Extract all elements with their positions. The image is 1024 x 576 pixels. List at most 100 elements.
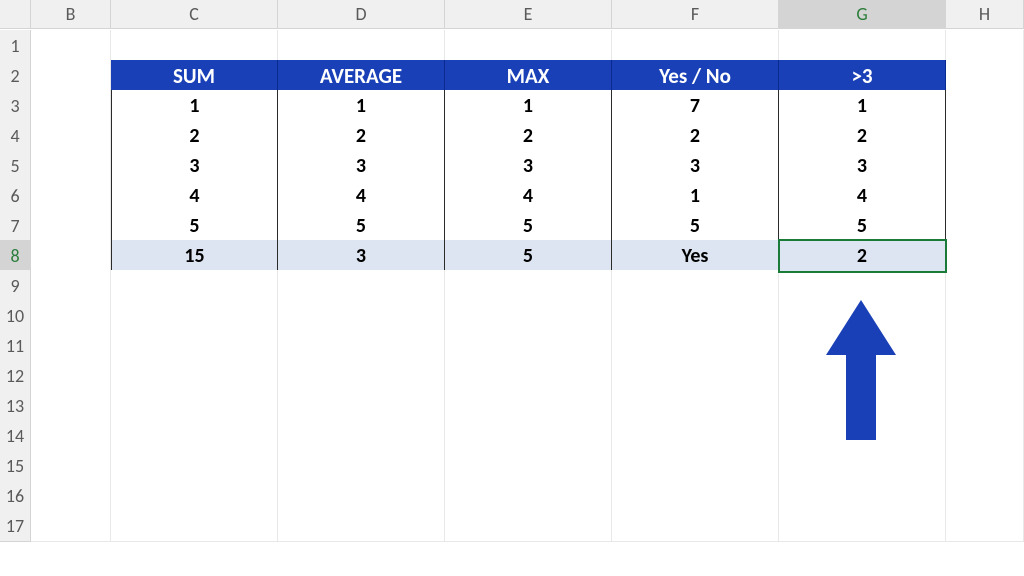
cell-H14[interactable] <box>946 420 1024 452</box>
cell-B6[interactable] <box>31 180 111 212</box>
cell-H4[interactable] <box>946 120 1024 152</box>
cell-D10[interactable] <box>278 300 445 332</box>
cell-G10[interactable] <box>779 300 946 332</box>
cell-G7[interactable]: 5 <box>779 210 946 242</box>
cell-H9[interactable] <box>946 270 1024 302</box>
cell-E8[interactable]: 5 <box>445 240 612 272</box>
cell-E10[interactable] <box>445 300 612 332</box>
cell-D11[interactable] <box>278 330 445 362</box>
cell-H15[interactable] <box>946 450 1024 482</box>
cell-C12[interactable] <box>111 360 278 392</box>
cell-G6[interactable]: 4 <box>779 180 946 212</box>
cell-E17[interactable] <box>445 510 612 542</box>
row-header-12[interactable]: 12 <box>0 360 31 392</box>
cell-H16[interactable] <box>946 480 1024 512</box>
row-header-13[interactable]: 13 <box>0 390 31 422</box>
cell-D1[interactable] <box>278 30 445 62</box>
cell-H1[interactable] <box>946 30 1024 62</box>
cell-D13[interactable] <box>278 390 445 422</box>
col-header-E[interactable]: E <box>445 0 612 29</box>
row-header-4[interactable]: 4 <box>0 120 31 152</box>
cell-C1[interactable] <box>111 30 278 62</box>
row-header-10[interactable]: 10 <box>0 300 31 332</box>
cell-H7[interactable] <box>946 210 1024 242</box>
header-max[interactable]: MAX <box>445 60 612 92</box>
cell-B10[interactable] <box>31 300 111 332</box>
cell-B4[interactable] <box>31 120 111 152</box>
cell-D4[interactable]: 2 <box>278 120 445 152</box>
row-header-8[interactable]: 8 <box>0 240 31 272</box>
cell-B12[interactable] <box>31 360 111 392</box>
cell-D17[interactable] <box>278 510 445 542</box>
cell-G13[interactable] <box>779 390 946 422</box>
col-header-G[interactable]: G <box>779 0 946 29</box>
cell-G16[interactable] <box>779 480 946 512</box>
cell-E7[interactable]: 5 <box>445 210 612 242</box>
cell-E5[interactable]: 3 <box>445 150 612 182</box>
cell-E6[interactable]: 4 <box>445 180 612 212</box>
cell-G15[interactable] <box>779 450 946 482</box>
cell-E12[interactable] <box>445 360 612 392</box>
cell-E9[interactable] <box>445 270 612 302</box>
cell-H12[interactable] <box>946 360 1024 392</box>
cell-D6[interactable]: 4 <box>278 180 445 212</box>
cell-F9[interactable] <box>612 270 779 302</box>
cell-C11[interactable] <box>111 330 278 362</box>
cell-C15[interactable] <box>111 450 278 482</box>
cell-B5[interactable] <box>31 150 111 182</box>
cell-H6[interactable] <box>946 180 1024 212</box>
cell-G8-active[interactable]: 2 <box>779 240 946 272</box>
cell-H5[interactable] <box>946 150 1024 182</box>
select-all-corner[interactable] <box>0 0 31 29</box>
row-header-14[interactable]: 14 <box>0 420 31 452</box>
cell-F6[interactable]: 1 <box>612 180 779 212</box>
cell-G14[interactable] <box>779 420 946 452</box>
cell-D3[interactable]: 1 <box>278 90 445 122</box>
cell-F7[interactable]: 5 <box>612 210 779 242</box>
cell-E16[interactable] <box>445 480 612 512</box>
cell-D9[interactable] <box>278 270 445 302</box>
row-header-16[interactable]: 16 <box>0 480 31 512</box>
row-header-11[interactable]: 11 <box>0 330 31 362</box>
cell-B13[interactable] <box>31 390 111 422</box>
cell-H17[interactable] <box>946 510 1024 542</box>
cell-G5[interactable]: 3 <box>779 150 946 182</box>
row-header-5[interactable]: 5 <box>0 150 31 182</box>
row-header-9[interactable]: 9 <box>0 270 31 302</box>
row-header-6[interactable]: 6 <box>0 180 31 212</box>
cell-G17[interactable] <box>779 510 946 542</box>
cell-F15[interactable] <box>612 450 779 482</box>
cell-D16[interactable] <box>278 480 445 512</box>
cell-H13[interactable] <box>946 390 1024 422</box>
cell-F12[interactable] <box>612 360 779 392</box>
cell-H2[interactable] <box>946 60 1024 92</box>
cell-C16[interactable] <box>111 480 278 512</box>
cell-B17[interactable] <box>31 510 111 542</box>
cell-F17[interactable] <box>612 510 779 542</box>
row-header-17[interactable]: 17 <box>0 510 31 542</box>
cell-D12[interactable] <box>278 360 445 392</box>
cell-D15[interactable] <box>278 450 445 482</box>
cell-C8[interactable]: 15 <box>111 240 278 272</box>
cell-E13[interactable] <box>445 390 612 422</box>
cell-F5[interactable]: 3 <box>612 150 779 182</box>
cell-C9[interactable] <box>111 270 278 302</box>
row-header-1[interactable]: 1 <box>0 30 31 62</box>
cell-B2[interactable] <box>31 60 111 92</box>
cell-C14[interactable] <box>111 420 278 452</box>
cell-E4[interactable]: 2 <box>445 120 612 152</box>
cell-B1[interactable] <box>31 30 111 62</box>
row-header-2[interactable]: 2 <box>0 60 31 92</box>
cell-C17[interactable] <box>111 510 278 542</box>
cell-B15[interactable] <box>31 450 111 482</box>
cell-F8[interactable]: Yes <box>612 240 779 272</box>
col-header-D[interactable]: D <box>278 0 445 29</box>
col-header-B[interactable]: B <box>31 0 111 29</box>
cell-F3[interactable]: 7 <box>612 90 779 122</box>
cell-H3[interactable] <box>946 90 1024 122</box>
cell-D7[interactable]: 5 <box>278 210 445 242</box>
row-header-7[interactable]: 7 <box>0 210 31 242</box>
cell-F10[interactable] <box>612 300 779 332</box>
cell-C6[interactable]: 4 <box>111 180 278 212</box>
row-header-15[interactable]: 15 <box>0 450 31 482</box>
